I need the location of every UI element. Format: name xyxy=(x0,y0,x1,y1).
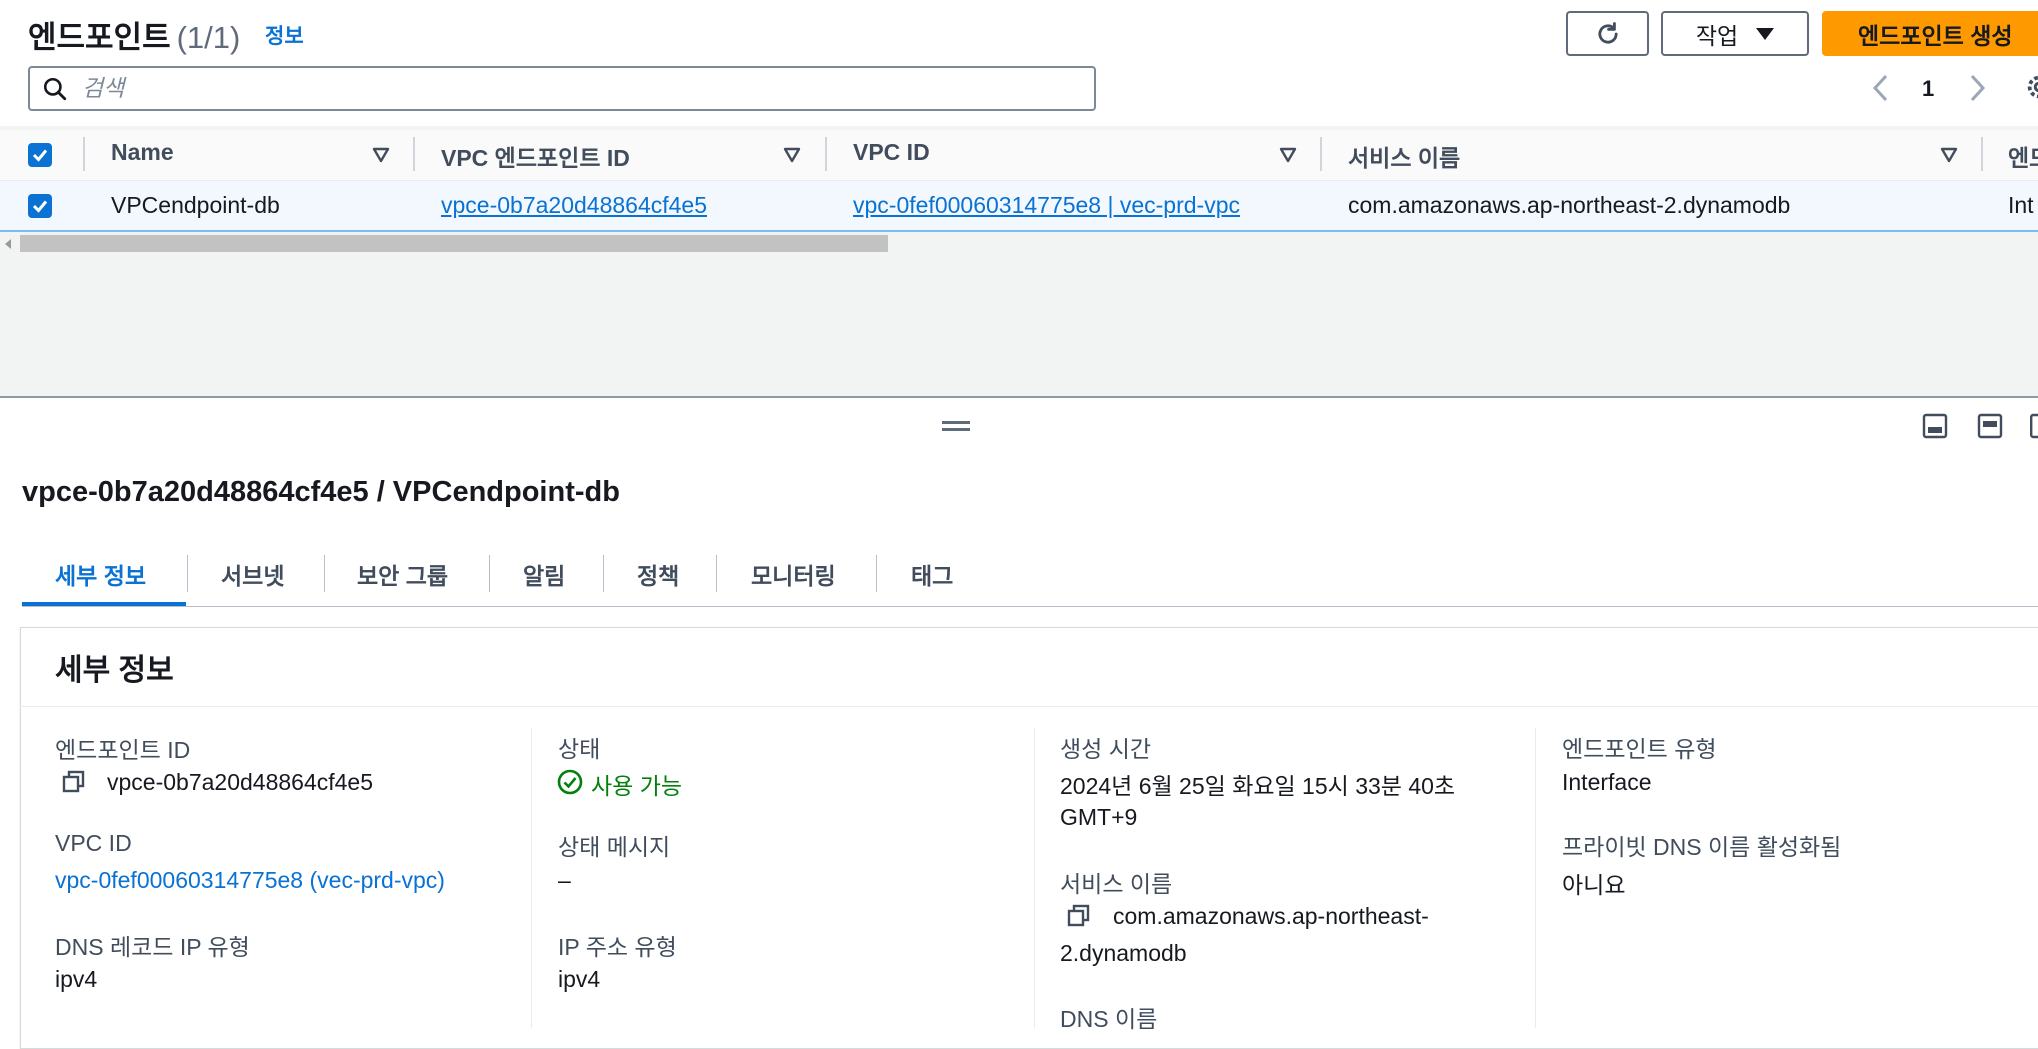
table-header xyxy=(0,130,2038,181)
status-value: 사용 가능 xyxy=(591,773,683,799)
vpc-id-label: VPC ID xyxy=(55,830,132,856)
status-success-icon xyxy=(557,769,583,795)
column-header-name[interactable]: Name xyxy=(111,139,174,166)
panel-side-icon[interactable] xyxy=(1977,413,2003,439)
tab-divider xyxy=(716,555,717,592)
status-message-value: – xyxy=(558,867,571,893)
create-endpoint-button[interactable]: 엔드포인트 생성 xyxy=(1822,11,2038,56)
resize-handle-icon[interactable] xyxy=(942,421,970,435)
split-panel-divider xyxy=(0,396,2038,398)
chevron-right-icon[interactable] xyxy=(1964,72,1990,104)
cell-vpc-id-link[interactable]: vpc-0fef00060314775e8 | vec-prd-vpc xyxy=(853,192,1240,219)
selection-count: (1/1) xyxy=(176,20,241,55)
dns-record-ip-type-label: DNS 레코드 IP 유형 xyxy=(55,934,250,960)
creation-time-label: 생성 시간 xyxy=(1060,736,1152,762)
select-all-checkbox[interactable] xyxy=(28,143,52,167)
creation-time-timezone: GMT+9 xyxy=(1060,804,1138,830)
column-separator xyxy=(1535,728,1536,1028)
private-dns-enabled-label: 프라이빗 DNS 이름 활성화됨 xyxy=(1562,834,1842,860)
tab-divider xyxy=(603,555,604,592)
tab-security-groups[interactable]: 보안 그룹 xyxy=(357,557,448,591)
gear-icon[interactable] xyxy=(2024,72,2038,102)
tab-notifications[interactable]: 알림 xyxy=(523,557,565,591)
tab-divider xyxy=(876,555,877,592)
tabs-baseline xyxy=(22,606,2038,607)
panel-bottom-icon[interactable] xyxy=(1922,413,1948,439)
tab-monitoring[interactable]: 모니터링 xyxy=(751,557,836,591)
status-label: 상태 xyxy=(558,736,601,762)
endpoint-type-value: Interface xyxy=(1562,769,1652,795)
refresh-button[interactable] xyxy=(1566,11,1649,56)
chevron-left-icon[interactable] xyxy=(1868,72,1894,104)
private-dns-enabled-value: 아니요 xyxy=(1562,872,1626,898)
column-divider[interactable] xyxy=(1320,137,1322,171)
sort-down-icon[interactable] xyxy=(372,147,390,163)
cell-service-name: com.amazonaws.ap-northeast-2.dynamodb xyxy=(1348,192,1791,218)
sort-down-icon[interactable] xyxy=(783,147,801,163)
scroll-left-arrow-icon[interactable] xyxy=(5,239,11,249)
column-header-vpc-id[interactable]: VPC ID xyxy=(853,139,930,166)
column-separator xyxy=(1034,728,1035,1028)
endpoint-id-label: 엔드포인트 ID xyxy=(55,737,191,763)
endpoint-type-label: 엔드포인트 유형 xyxy=(1562,736,1717,762)
info-link[interactable]: 정보 xyxy=(265,20,304,50)
service-name-label: 서비스 이름 xyxy=(1060,871,1173,897)
copy-icon[interactable] xyxy=(1066,903,1092,929)
sort-down-icon[interactable] xyxy=(1279,147,1297,163)
column-separator xyxy=(531,728,532,1028)
actions-label: 작업 xyxy=(1695,22,1739,49)
copy-icon[interactable] xyxy=(61,769,87,795)
creation-time-value: 2024년 6월 25일 화요일 15시 33분 40초 xyxy=(1060,773,1456,799)
details-section-title: 세부 정보 xyxy=(55,654,174,687)
tab-subnets[interactable]: 서브넷 xyxy=(221,557,284,591)
tab-policy[interactable]: 정책 xyxy=(637,557,679,591)
page-number[interactable]: 1 xyxy=(1922,76,1934,102)
row-checkbox[interactable] xyxy=(28,194,52,218)
details-card-header xyxy=(20,627,2038,707)
column-divider xyxy=(83,137,85,171)
page-title: 엔드포인트 (1/1) xyxy=(28,12,240,57)
search-icon xyxy=(43,77,67,100)
column-divider[interactable] xyxy=(825,137,827,171)
tab-divider xyxy=(489,555,490,592)
dns-record-ip-type-value: ipv4 xyxy=(55,966,98,992)
caret-down-icon xyxy=(1756,27,1775,40)
endpoint-id-value: vpce-0b7a20d48864cf4e5 xyxy=(107,769,374,795)
service-name-value: com.amazonaws.ap-northeast- xyxy=(1113,903,1429,929)
cell-endpoint-type: Int xyxy=(2008,192,2034,218)
page-title-text: 엔드포인트 xyxy=(28,20,171,55)
status-message-label: 상태 메시지 xyxy=(558,834,671,860)
sort-down-icon[interactable] xyxy=(1940,147,1958,163)
actions-dropdown-button[interactable]: 작업 xyxy=(1661,11,1809,56)
tab-divider xyxy=(187,555,188,592)
search-input[interactable] xyxy=(80,74,1064,103)
service-name-value-cont: 2.dynamodb xyxy=(1060,940,1187,966)
refresh-icon xyxy=(1597,21,1618,44)
active-tab-indicator xyxy=(22,602,186,606)
search-field[interactable] xyxy=(28,66,1096,111)
panel-hide-icon[interactable] xyxy=(2030,413,2038,439)
cell-endpoint-id-link[interactable]: vpce-0b7a20d48864cf4e5 xyxy=(441,192,707,219)
detail-title: vpce-0b7a20d48864cf4e5 / VPCendpoint-db xyxy=(22,476,620,508)
cell-name: VPCendpoint-db xyxy=(111,192,280,218)
column-divider[interactable] xyxy=(1981,137,1983,171)
column-divider[interactable] xyxy=(413,137,415,171)
checkmark-icon xyxy=(32,149,48,162)
scrollbar-thumb[interactable] xyxy=(20,235,888,252)
tab-divider xyxy=(324,555,325,592)
tab-tags[interactable]: 태그 xyxy=(911,557,953,591)
checkmark-icon xyxy=(32,200,48,213)
ip-address-type-value: ipv4 xyxy=(558,966,601,992)
column-header-endpoint-id[interactable]: VPC 엔드포인트 ID xyxy=(441,139,630,173)
ip-address-type-label: IP 주소 유형 xyxy=(558,934,677,960)
tab-details[interactable]: 세부 정보 xyxy=(55,557,146,591)
dns-name-label: DNS 이름 xyxy=(1060,1006,1158,1032)
vpc-id-link[interactable]: vpc-0fef00060314775e8 (vec-prd-vpc) xyxy=(55,867,445,894)
column-header-service-name[interactable]: 서비스 이름 xyxy=(1348,139,1460,173)
column-header-type[interactable]: 엔드 xyxy=(2008,139,2038,173)
